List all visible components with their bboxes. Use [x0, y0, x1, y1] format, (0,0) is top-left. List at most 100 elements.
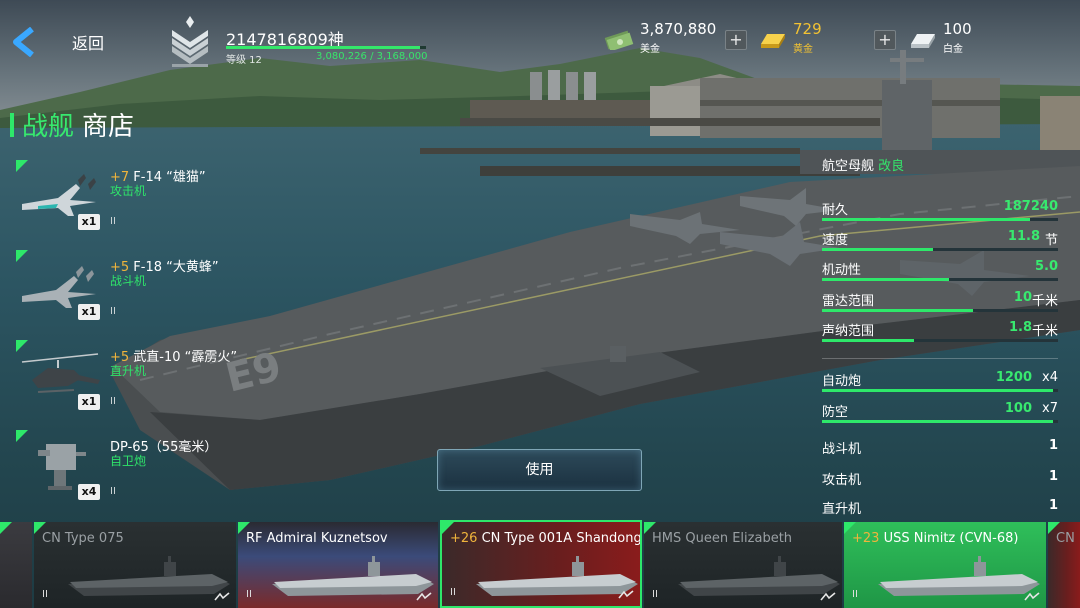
stat-bar — [822, 278, 1058, 281]
stat-unit: x7 — [1042, 401, 1058, 416]
weapon-slot-dp65[interactable]: x4 II DP-65（55毫米） 自卫炮 — [16, 430, 266, 510]
ship-card[interactable]: CN Type 075 II — [34, 520, 236, 608]
ship-card[interactable]: +23 USS Nimitz (CVN-68) II — [844, 520, 1046, 608]
stat-bar-fill — [822, 389, 1054, 392]
player-level: 等级 12 — [226, 55, 262, 66]
stat-divider — [822, 358, 1058, 359]
stat-bar — [822, 389, 1058, 392]
platinum-bar-icon — [911, 34, 935, 48]
gold-label: 黄金 — [793, 44, 813, 55]
ship-name-text: HMS Queen Elizabeth — [652, 531, 793, 546]
title-accent-bar — [10, 112, 14, 137]
hangar-count-row: 战斗机 1 — [822, 438, 1062, 464]
aircraft-carrier-icon — [878, 556, 1040, 596]
stat-value: 187240 — [1003, 199, 1058, 214]
stat-bar — [822, 309, 1058, 312]
ship-status-icon — [214, 592, 230, 601]
pause-glyph: II — [110, 306, 116, 317]
use-button[interactable]: 使用 — [437, 449, 642, 491]
dollars-amount: 3,870,880 — [640, 20, 717, 38]
ship-level: +26 — [450, 531, 478, 546]
add-gold-button[interactable]: + — [874, 30, 896, 50]
ship-class-name: 航空母舰 — [822, 159, 879, 174]
stat-bar — [822, 339, 1058, 342]
stat-bar-fill — [822, 339, 915, 342]
stat-bar-fill — [822, 248, 933, 251]
ship-card[interactable]: HMS Queen Elizabeth II — [644, 520, 842, 608]
aircraft-carrier-icon — [68, 556, 230, 596]
ship-level: +23 — [852, 531, 880, 546]
stat-bar — [822, 248, 1058, 251]
stat-row: 自动炮 1200 x4 — [822, 370, 1062, 396]
stat-row: 声纳范围 1.8 千米 — [822, 320, 1062, 346]
ship-card[interactable] — [0, 520, 32, 608]
stat-bar-fill — [822, 420, 1054, 423]
aircraft-carrier-icon — [272, 556, 434, 596]
ship-name: CN — [1056, 531, 1075, 546]
shop-title-category: 战舰 — [22, 112, 75, 142]
xp-progress-bar — [226, 46, 426, 49]
xp-text: 3,080,226 / 3,168,000 — [316, 51, 428, 62]
ship-status-icon — [1024, 592, 1040, 601]
pause-glyph: II — [110, 396, 116, 407]
stat-value: 100 — [1004, 401, 1032, 416]
stat-value: 1200 — [995, 370, 1032, 385]
add-dollars-button[interactable]: + — [725, 30, 747, 50]
ship-name: +26 CN Type 001A Shandong — [450, 531, 642, 546]
stat-bar-fill — [822, 309, 974, 312]
back-chevron-icon — [13, 27, 34, 57]
back-button[interactable]: 返回 — [12, 26, 112, 58]
stat-value: 11.8 — [1007, 229, 1040, 244]
count-value: 1 — [1048, 438, 1058, 453]
ship-name-text: RF Admiral Kuznetsov — [246, 531, 388, 546]
ship-card[interactable]: RF Admiral Kuznetsov II — [238, 520, 438, 608]
aircraft-slot-f18[interactable]: x1 II +5 F-18 “大黄蜂” 战斗机 — [16, 250, 266, 330]
shop-title: 战舰 商店 — [10, 106, 134, 143]
pause-glyph: II — [42, 589, 48, 600]
stat-bar-fill — [822, 218, 1030, 221]
pause-glyph: II — [246, 589, 252, 600]
ship-card-background — [0, 522, 32, 608]
aircraft-count: x4 — [78, 484, 100, 500]
aircraft-count: x1 — [78, 304, 100, 320]
gold-amount: 729 — [793, 20, 822, 38]
stat-bar — [822, 420, 1058, 423]
pause-glyph: II — [852, 589, 858, 600]
stat-row: 速度 11.8 节 — [822, 229, 1062, 255]
stat-row: 防空 100 x7 — [822, 401, 1062, 427]
ship-class-title: 航空母舰 改良 — [822, 155, 904, 174]
dollar-bills-icon — [604, 30, 634, 50]
ship-card[interactable]: CN — [1048, 520, 1080, 608]
rank-insignia-icon — [172, 16, 208, 67]
ship-name: +23 USS Nimitz (CVN-68) — [852, 531, 1018, 546]
ship-card[interactable]: +26 CN Type 001A Shandong II — [440, 520, 642, 608]
stat-name: 防空 — [822, 405, 849, 420]
xp-progress-fill — [226, 46, 421, 49]
stat-name: 机动性 — [822, 263, 862, 278]
ship-name-text: CN Type 001A Shandong — [477, 531, 642, 546]
dollars-label: 美金 — [640, 44, 660, 55]
pause-glyph: II — [652, 589, 658, 600]
count-name: 直升机 — [822, 502, 862, 517]
gold-bar-icon — [761, 34, 785, 48]
aircraft-type: 直升机 — [110, 364, 147, 378]
ship-name: RF Admiral Kuznetsov — [246, 531, 388, 546]
pause-glyph: II — [110, 486, 116, 497]
aircraft-type: 战斗机 — [110, 274, 147, 288]
ship-name-text: USS Nimitz (CVN-68) — [879, 531, 1019, 546]
ship-card-corner-marker — [0, 522, 12, 534]
back-label: 返回 — [72, 34, 105, 53]
count-value: 1 — [1048, 469, 1058, 484]
stat-unit: 千米 — [1031, 294, 1058, 309]
pause-glyph: II — [110, 216, 116, 227]
aircraft-count: x1 — [78, 394, 100, 410]
platinum-label: 白金 — [943, 44, 963, 55]
stat-bar-fill — [822, 278, 950, 281]
stat-unit: 千米 — [1031, 324, 1058, 339]
stat-name: 雷达范围 — [822, 294, 875, 309]
stat-row: 耐久 187240 — [822, 199, 1062, 225]
stat-value: 10 — [1013, 290, 1032, 305]
aircraft-slot-z10[interactable]: x1 II +5 武直-10 “霹雳火” 直升机 — [16, 340, 266, 420]
aircraft-slot-f14[interactable]: x1 II +7 F-14 “雄猫” 攻击机 — [16, 160, 266, 240]
aircraft-type: 自卫炮 — [110, 454, 147, 468]
